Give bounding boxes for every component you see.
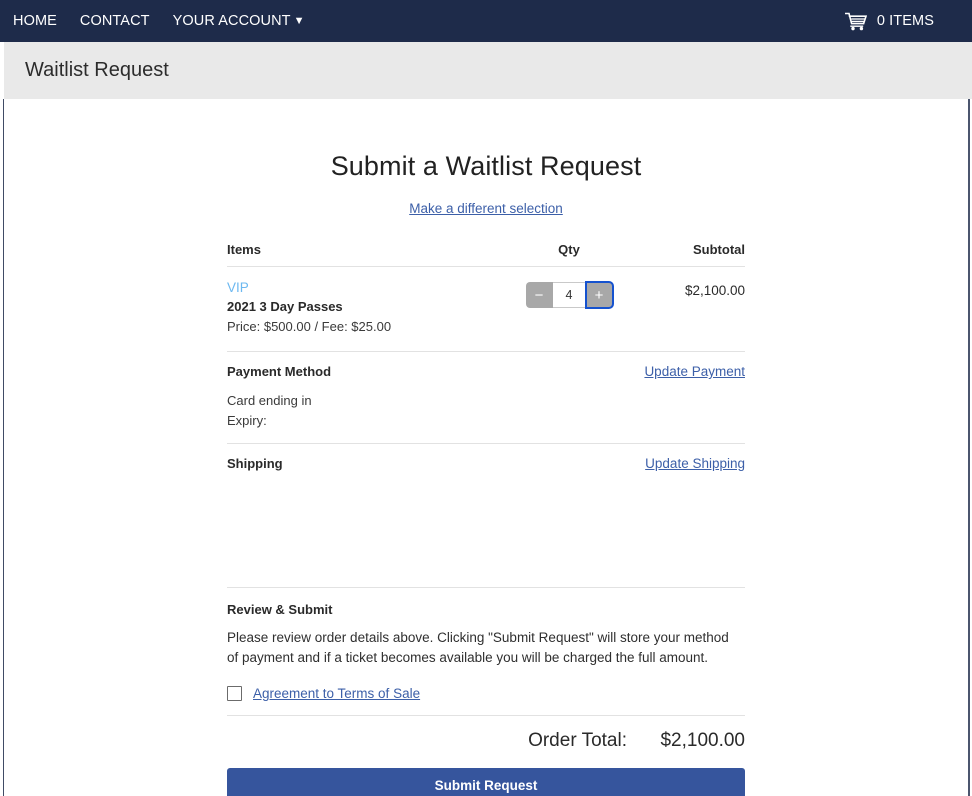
expiry-value-redacted <box>267 413 281 428</box>
column-header-subtotal: Subtotal <box>627 242 745 257</box>
page-title-band: Waitlist Request <box>4 42 972 99</box>
review-submit-title: Review & Submit <box>227 602 332 617</box>
order-item-details: VIP 2021 3 Day Passes Price: $500.00 / F… <box>227 279 511 337</box>
main-heading: Submit a Waitlist Request <box>227 99 745 182</box>
order-item-subtotal-cell: $2,100.00 <box>627 279 745 298</box>
expiry-label: Expiry: <box>227 413 267 428</box>
agreement-row: Agreement to Terms of Sale <box>227 668 745 715</box>
shipping-address-line <box>227 551 745 571</box>
page-content: Submit a Waitlist Request Make a differe… <box>4 99 968 796</box>
nav-item-your-account[interactable]: YOUR ACCOUNT▼ <box>173 13 305 29</box>
payment-method-details: Card ending in Expiry: <box>227 391 745 443</box>
order-item-qty-cell: − + <box>511 279 627 308</box>
order-total-label: Order Total: <box>528 730 627 752</box>
page-frame-right-edge <box>968 99 970 796</box>
card-ending-label: Card ending in <box>227 393 312 408</box>
submit-request-button[interactable]: Submit Request <box>227 768 745 796</box>
item-name: 2021 3 Day Passes <box>227 297 511 317</box>
shopping-cart-icon <box>845 12 867 31</box>
shipping-address-line <box>227 491 745 511</box>
nav-item-home[interactable]: HOME <box>13 13 57 29</box>
shipping-address-line <box>227 511 745 531</box>
chevron-down-icon: ▼ <box>294 15 305 27</box>
make-different-selection-link[interactable]: Make a different selection <box>409 201 563 216</box>
nav-item-contact[interactable]: CONTACT <box>80 13 150 29</box>
order-item-row: VIP 2021 3 Day Passes Price: $500.00 / F… <box>227 267 745 351</box>
agreement-terms-link[interactable]: Agreement to Terms of Sale <box>253 686 420 701</box>
expiry-line: Expiry: <box>227 411 745 431</box>
column-header-items: Items <box>227 242 511 257</box>
order-total-row: Order Total: $2,100.00 <box>227 716 745 768</box>
shipping-address-block <box>227 483 745 587</box>
update-payment-link[interactable]: Update Payment <box>644 364 745 379</box>
update-shipping-link[interactable]: Update Shipping <box>645 456 745 471</box>
shipping-section-header: Shipping Update Shipping <box>227 444 745 483</box>
order-table-header: Items Qty Subtotal <box>227 242 745 266</box>
top-navbar: HOME CONTACT YOUR ACCOUNT▼ 0 ITEMS <box>0 0 972 42</box>
card-ending-value-redacted <box>312 393 326 408</box>
order-table: Items Qty Subtotal VIP 2021 3 Day Passes… <box>227 218 745 796</box>
different-selection-row: Make a different selection <box>227 182 745 218</box>
quantity-stepper: − + <box>526 282 613 308</box>
column-header-qty: Qty <box>511 242 627 257</box>
cart-item-count: 0 ITEMS <box>877 13 934 29</box>
page-title: Waitlist Request <box>4 59 169 82</box>
item-subtotal-value: $2,100.00 <box>627 279 745 298</box>
quantity-decrement-button[interactable]: − <box>526 282 553 308</box>
navbar-links: HOME CONTACT YOUR ACCOUNT▼ <box>13 13 305 29</box>
card-ending-line: Card ending in <box>227 391 745 411</box>
payment-method-title: Payment Method <box>227 364 331 379</box>
order-total-value: $2,100.00 <box>627 730 745 752</box>
payment-method-section-header: Payment Method Update Payment <box>227 352 745 391</box>
review-section-header: Review & Submit <box>227 588 745 628</box>
shipping-title: Shipping <box>227 456 283 471</box>
quantity-increment-button[interactable]: + <box>586 282 613 308</box>
item-category-link[interactable]: VIP <box>227 279 249 297</box>
agreement-checkbox[interactable] <box>227 686 242 701</box>
nav-item-your-account-label: YOUR ACCOUNT <box>173 13 291 29</box>
cart-area[interactable]: 0 ITEMS <box>845 12 958 31</box>
content-column: Submit a Waitlist Request Make a differe… <box>227 99 745 796</box>
quantity-input[interactable] <box>553 282 586 308</box>
review-instructions: Please review order details above. Click… <box>227 628 739 668</box>
item-price-line: Price: $500.00 / Fee: $25.00 <box>227 317 511 337</box>
shipping-address-line <box>227 531 745 551</box>
